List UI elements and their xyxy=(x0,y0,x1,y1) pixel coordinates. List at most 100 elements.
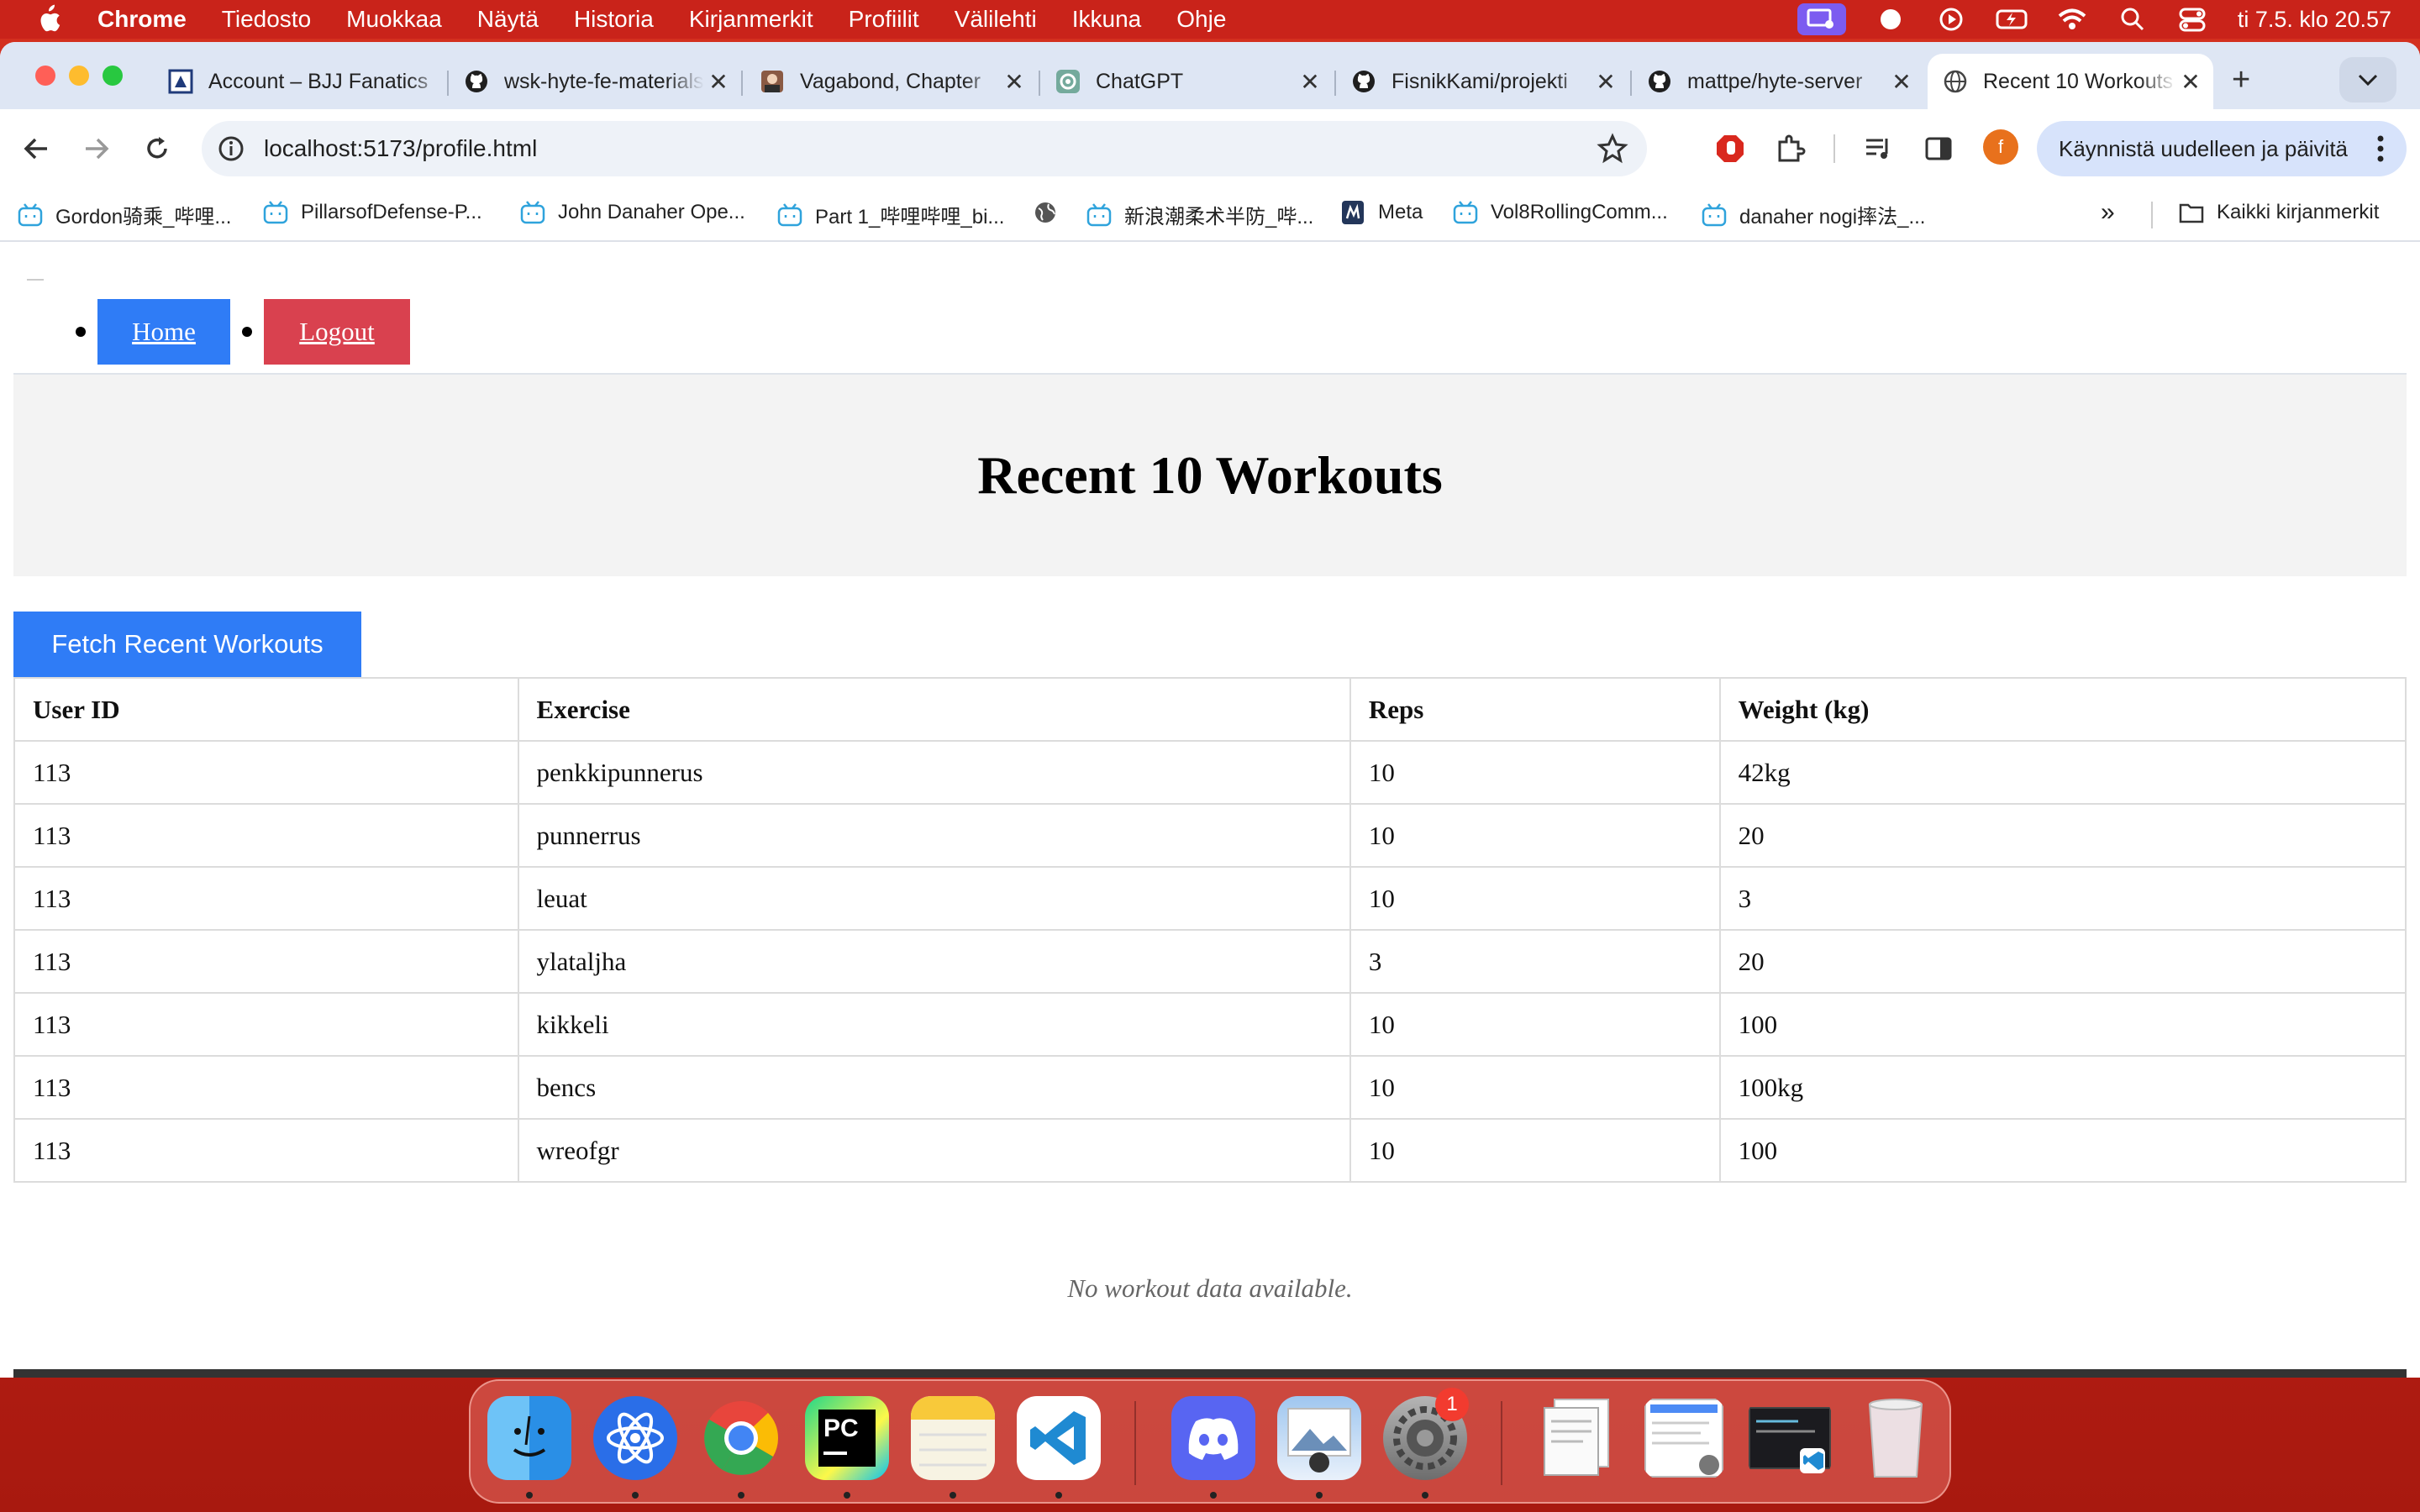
bilibili-icon xyxy=(1086,202,1112,226)
cell-reps: 10 xyxy=(1349,803,1721,868)
more-menu-icon[interactable] xyxy=(2376,134,2385,163)
cell-weight: 100kg xyxy=(1718,1055,2407,1120)
table-row: 113 bencs 10 100kg xyxy=(13,1055,2407,1120)
bookmark-item[interactable]: Vol8RollingComm... xyxy=(1452,200,1668,225)
extensions-button[interactable] xyxy=(1771,129,1810,168)
side-panel-button[interactable] xyxy=(1919,129,1958,168)
zoom-window-button[interactable] xyxy=(103,66,123,86)
close-tab-icon[interactable]: ✕ xyxy=(2176,68,2205,96)
close-tab-icon[interactable]: ✕ xyxy=(1296,68,1324,96)
new-tab-button[interactable]: + xyxy=(2232,62,2250,98)
preview-icon[interactable] xyxy=(1277,1396,1361,1480)
site-info-icon[interactable] xyxy=(217,134,245,163)
menu-ohje[interactable]: Ohje xyxy=(1176,6,1226,33)
dock-separator xyxy=(1134,1401,1136,1485)
record-icon[interactable] xyxy=(1875,7,1907,32)
battery-icon[interactable] xyxy=(1996,7,2028,32)
page-content: Home Logout Recent 10 Workouts Fetch Rec… xyxy=(0,242,2420,1378)
finder-icon[interactable] xyxy=(487,1396,571,1480)
close-window-button[interactable] xyxy=(35,66,55,86)
adblock-extension-button[interactable] xyxy=(1711,129,1749,168)
screenshot-thumbnail[interactable] xyxy=(1642,1396,1726,1480)
bookmark-item[interactable]: Gordon骑乘_哔哩... xyxy=(17,200,231,229)
back-button[interactable] xyxy=(17,129,55,168)
fetch-workouts-button[interactable]: Fetch Recent Workouts xyxy=(13,612,361,677)
bookmark-item[interactable]: Part 1_哔哩哔哩_bi... xyxy=(776,200,1004,229)
document-thumbnail[interactable] xyxy=(1536,1396,1620,1480)
address-bar[interactable]: localhost:5173/profile.html xyxy=(202,121,1647,176)
relaunch-update-button[interactable]: Käynnistä uudelleen ja päivitä xyxy=(2037,121,2407,176)
screen-share-icon[interactable] xyxy=(1797,3,1846,35)
play-circle-icon[interactable] xyxy=(1935,7,1967,32)
minimize-window-button[interactable] xyxy=(69,66,89,86)
menu-profiilit[interactable]: Profiilit xyxy=(849,6,919,33)
close-tab-icon[interactable]: ✕ xyxy=(1591,68,1620,96)
menu-ikkuna[interactable]: Ikkuna xyxy=(1072,6,1142,33)
cell-exercise: penkkipunnerus xyxy=(517,740,1351,805)
url-text[interactable]: localhost:5173/profile.html xyxy=(264,135,537,162)
notification-badge: 1 xyxy=(1435,1388,1469,1421)
tab-wsk-hyte[interactable]: wsk-hyte-fe-materials ✕ xyxy=(449,54,741,109)
tab-title: Recent 10 Workouts xyxy=(1983,69,2176,94)
menu-valilehti[interactable]: Välilehti xyxy=(955,6,1037,33)
close-tab-icon[interactable]: ✕ xyxy=(1887,68,1916,96)
cell-weight: 3 xyxy=(1718,866,2407,931)
apple-icon[interactable] xyxy=(34,4,62,34)
bookmark-item[interactable] xyxy=(1032,200,1071,225)
wifi-icon[interactable] xyxy=(2056,7,2088,32)
running-indicator xyxy=(526,1492,533,1499)
atom-app-icon[interactable] xyxy=(593,1396,677,1480)
meta-icon xyxy=(1342,201,1364,224)
tab-mattpe-hyte[interactable]: mattpe/hyte-server ✕ xyxy=(1632,54,1924,109)
cell-user-id: 113 xyxy=(13,740,519,805)
tab-recent-workouts[interactable]: Recent 10 Workouts ✕ xyxy=(1928,54,2213,109)
table-row: 113 ylataljha 3 20 xyxy=(13,929,2407,994)
all-bookmarks-button[interactable]: Kaikki kirjanmerkit xyxy=(2178,200,2379,225)
tab-search-button[interactable] xyxy=(2339,57,2396,102)
tab-vagabond[interactable]: Vagabond, Chapter ✕ xyxy=(744,54,1037,109)
bookmark-item[interactable]: danaher nogi摔法_... xyxy=(1701,200,1925,229)
pycharm-icon[interactable]: PC xyxy=(805,1396,889,1480)
tab-chatgpt[interactable]: ChatGPT ✕ xyxy=(1040,54,1333,109)
tab-title: Account – BJJ Fanatics xyxy=(208,69,445,94)
cell-user-id: 113 xyxy=(13,929,519,994)
menu-muokkaa[interactable]: Muokkaa xyxy=(346,6,442,33)
bookmark-item[interactable]: Meta xyxy=(1339,200,1423,225)
bookmark-item[interactable]: John Danaher Ope... xyxy=(519,200,745,225)
bookmark-star-icon[interactable] xyxy=(1597,133,1628,165)
cell-weight: 20 xyxy=(1718,803,2407,868)
table-row: 113 wreofgr 10 100 xyxy=(13,1118,2407,1183)
bookmark-item[interactable]: PillarsofDefense-P... xyxy=(262,200,482,225)
menu-historia[interactable]: Historia xyxy=(574,6,654,33)
more-bookmarks-button[interactable]: » xyxy=(2101,198,2115,227)
playlist-icon xyxy=(1866,139,1888,159)
logout-link[interactable]: Logout xyxy=(264,299,410,365)
vscode-icon[interactable] xyxy=(1017,1396,1101,1480)
bookmark-label: Meta xyxy=(1378,201,1423,223)
menu-app-name[interactable]: Chrome xyxy=(97,6,187,33)
home-link[interactable]: Home xyxy=(97,299,230,365)
forward-button[interactable] xyxy=(77,129,116,168)
menu-kirjanmerkit[interactable]: Kirjanmerkit xyxy=(689,6,813,33)
cell-user-id: 113 xyxy=(13,866,519,931)
menubar-clock[interactable]: ti 7.5. klo 20.57 xyxy=(2238,7,2391,33)
menu-tiedosto[interactable]: Tiedosto xyxy=(222,6,311,33)
tab-fisnikkami[interactable]: FisnikKami/projekti ✕ xyxy=(1336,54,1628,109)
tab-bjj-fanatics[interactable]: Account – BJJ Fanatics xyxy=(153,54,445,109)
discord-icon[interactable] xyxy=(1171,1396,1255,1480)
chrome-window: Account – BJJ Fanatics wsk-hyte-fe-mater… xyxy=(0,42,2420,1378)
reload-button[interactable] xyxy=(138,129,176,168)
close-tab-icon[interactable]: ✕ xyxy=(704,68,733,96)
profile-avatar[interactable]: f xyxy=(1983,129,2018,165)
media-controls-button[interactable] xyxy=(1859,129,1897,168)
terminal-window-thumbnail[interactable] xyxy=(1748,1396,1832,1480)
trash-icon[interactable] xyxy=(1854,1396,1938,1480)
cell-reps: 10 xyxy=(1349,992,1721,1057)
menu-nayta[interactable]: Näytä xyxy=(477,6,539,33)
close-tab-icon[interactable]: ✕ xyxy=(1000,68,1028,96)
chrome-icon[interactable] xyxy=(699,1396,783,1480)
bookmark-item[interactable]: 新浪潮柔术半防_哔... xyxy=(1086,200,1313,229)
spotlight-search-icon[interactable] xyxy=(2117,7,2149,32)
notes-icon[interactable] xyxy=(911,1396,995,1480)
control-center-icon[interactable] xyxy=(2177,7,2209,32)
